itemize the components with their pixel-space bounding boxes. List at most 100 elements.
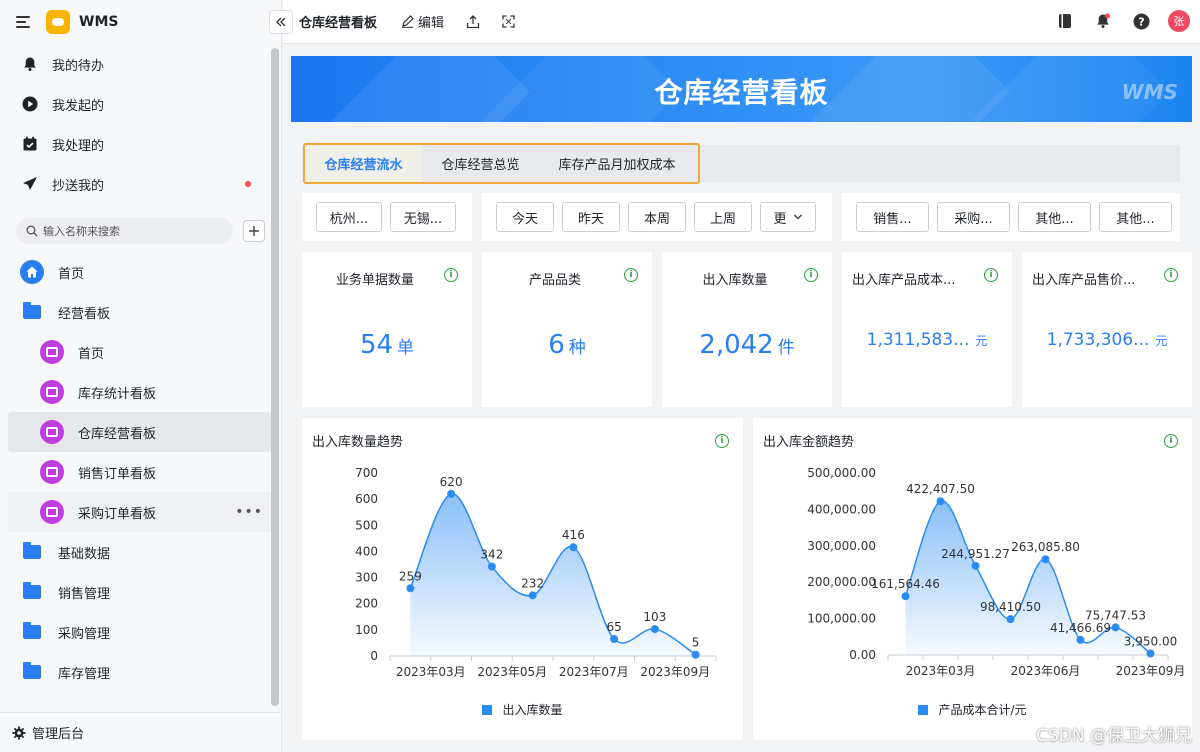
filter-last-week[interactable]: 上周 — [694, 202, 752, 232]
filter-today[interactable]: 今天 — [496, 202, 554, 232]
kpi-card-price: 出入库产品售价... i 1,733,306... 元 — [1022, 252, 1192, 407]
folder-icon — [20, 582, 44, 599]
send-icon — [22, 176, 38, 192]
tabs-highlight-box — [303, 143, 700, 184]
sidebar-item-purchase-board[interactable]: 采购订单看板 ••• — [8, 492, 273, 532]
app-root: WMS 我的待办 我发起的 我处理的 抄送我的 输入名称来搜索 首页 经营看板 … — [0, 0, 1200, 752]
data-label: 422,407.50 — [906, 482, 975, 496]
sidebar-item-warehouse-board[interactable]: 仓库经营看板 — [8, 412, 273, 452]
sidebar-item-inventory-stats[interactable]: 库存统计看板 — [8, 372, 273, 412]
filter-yesterday[interactable]: 昨天 — [562, 202, 620, 232]
info-icon[interactable]: i — [1164, 268, 1178, 282]
book-icon[interactable] — [1054, 10, 1076, 32]
kpi-title: 产品品类 — [528, 273, 581, 288]
sidebar-folder-purchase[interactable]: 采购管理 — [8, 612, 273, 652]
data-point — [650, 625, 659, 634]
data-label: 98,410.50 — [980, 600, 1041, 614]
folder-icon — [20, 662, 44, 679]
y-tick-label: 100 — [355, 623, 378, 637]
sidebar-folder-basic-data[interactable]: 基础数据 — [8, 532, 273, 572]
gear-icon — [12, 726, 26, 739]
chart-legend[interactable]: 产品成本合计/元 — [753, 701, 1192, 718]
app-logo-icon — [46, 10, 70, 34]
data-label: 620 — [440, 475, 463, 489]
dashboard-icon — [40, 420, 64, 444]
filter-this-week[interactable]: 本周 — [628, 202, 686, 232]
home-icon — [20, 260, 44, 284]
unread-dot — [245, 181, 251, 187]
filter-type-other-1[interactable]: 其他... — [1018, 202, 1091, 232]
filter-warehouse-hangzhou[interactable]: 杭州... — [316, 202, 382, 232]
folder-icon — [20, 302, 44, 319]
more-label: 更 — [773, 211, 787, 227]
x-tick-label: 2023年05月 — [477, 665, 547, 679]
sidebar-scrollbar[interactable] — [271, 48, 279, 706]
filter-more-dropdown[interactable]: 更 — [760, 202, 816, 232]
data-label: 416 — [562, 528, 585, 542]
folder-icon — [20, 542, 44, 559]
x-tick-label: 2023年07月 — [559, 665, 629, 679]
sidebar-search-input[interactable]: 输入名称来搜索 — [16, 218, 233, 244]
fullscreen-button[interactable] — [502, 15, 515, 28]
kpi-card-documents: 业务单据数量 i 54 单 — [302, 252, 472, 407]
sidebar-item-home[interactable]: 首页 — [8, 252, 273, 292]
dashboard-icon — [40, 460, 64, 484]
kpi-title: 出入库数量 — [702, 273, 768, 288]
sidebar-item-cc[interactable]: 抄送我的 — [0, 164, 281, 204]
more-icon[interactable]: ••• — [235, 504, 263, 520]
sidebar-footer-admin[interactable]: 管理后台 — [0, 712, 281, 752]
data-point — [936, 497, 945, 506]
filter-warehouse-wuxi[interactable]: 无锡... — [390, 202, 456, 232]
sidebar-item-todo[interactable]: 我的待办 — [0, 44, 281, 84]
data-label: 244,951.27 — [941, 547, 1010, 561]
edit-button[interactable]: 编辑 — [401, 12, 444, 31]
filter-type-sales[interactable]: 销售... — [856, 202, 929, 232]
sidebar-item-label: 仓库经营看板 — [78, 426, 157, 442]
data-point — [1041, 555, 1050, 564]
sidebar-item-label: 采购订单看板 — [78, 506, 157, 522]
sidebar-folder-inventory[interactable]: 库存管理 — [8, 652, 273, 692]
info-icon[interactable]: i — [444, 268, 458, 282]
add-button[interactable] — [243, 220, 265, 242]
sidebar-folder-boards[interactable]: 经营看板 — [8, 292, 273, 332]
plus-icon — [249, 226, 259, 236]
share-button[interactable] — [466, 14, 480, 29]
info-icon[interactable]: i — [804, 268, 818, 282]
kpi-value: 1,311,583... 元 — [866, 330, 988, 350]
data-label: 259 — [399, 569, 422, 583]
sidebar-item-label: 我处理的 — [52, 138, 105, 154]
sidebar-folder-sales[interactable]: 销售管理 — [8, 572, 273, 612]
x-tick-label: 2023年03月 — [906, 664, 976, 678]
y-tick-label: 500,000.00 — [807, 466, 876, 480]
topbar-right: ? 张 — [1038, 10, 1190, 32]
legend-label: 出入库数量 — [502, 703, 563, 717]
filter-type-purchase[interactable]: 采购... — [937, 202, 1010, 232]
notification-bell-icon[interactable] — [1092, 10, 1114, 32]
data-point — [528, 591, 537, 600]
info-icon[interactable]: i — [624, 268, 638, 282]
help-icon[interactable]: ? — [1130, 10, 1152, 32]
sidebar-item-sales-board[interactable]: 销售订单看板 — [8, 452, 273, 492]
sidebar-item-handled[interactable]: 我处理的 — [0, 124, 281, 164]
chart-svg: 0 100 200 300 400 500 600 700 2023年03月 2023年05月 20… — [355, 466, 717, 679]
data-point — [1006, 615, 1015, 624]
series-area — [905, 500, 1151, 655]
user-avatar[interactable]: 张 — [1168, 10, 1190, 32]
collapse-sidebar-button[interactable] — [269, 10, 293, 34]
data-point — [901, 592, 910, 601]
data-point — [569, 543, 578, 552]
legend-swatch — [482, 704, 493, 715]
x-tick-label: 2023年09月 — [640, 665, 710, 679]
sidebar-item-board-home[interactable]: 首页 — [8, 332, 273, 372]
kpi-title: 出入库产品售价... — [1032, 273, 1136, 288]
filter-type-other-2[interactable]: 其他... — [1099, 202, 1172, 232]
svg-text:?: ? — [1138, 15, 1144, 28]
hamburger-icon[interactable] — [16, 16, 32, 28]
y-tick-label: 0.00 — [849, 648, 876, 662]
kpi-title: 业务单据数量 — [335, 273, 414, 288]
sidebar-header: WMS — [0, 0, 281, 44]
chart-legend[interactable]: 出入库数量 — [302, 701, 743, 718]
info-icon[interactable]: i — [984, 268, 998, 282]
x-tick-label: 2023年06月 — [1011, 664, 1081, 678]
sidebar-item-initiated[interactable]: 我发起的 — [0, 84, 281, 124]
